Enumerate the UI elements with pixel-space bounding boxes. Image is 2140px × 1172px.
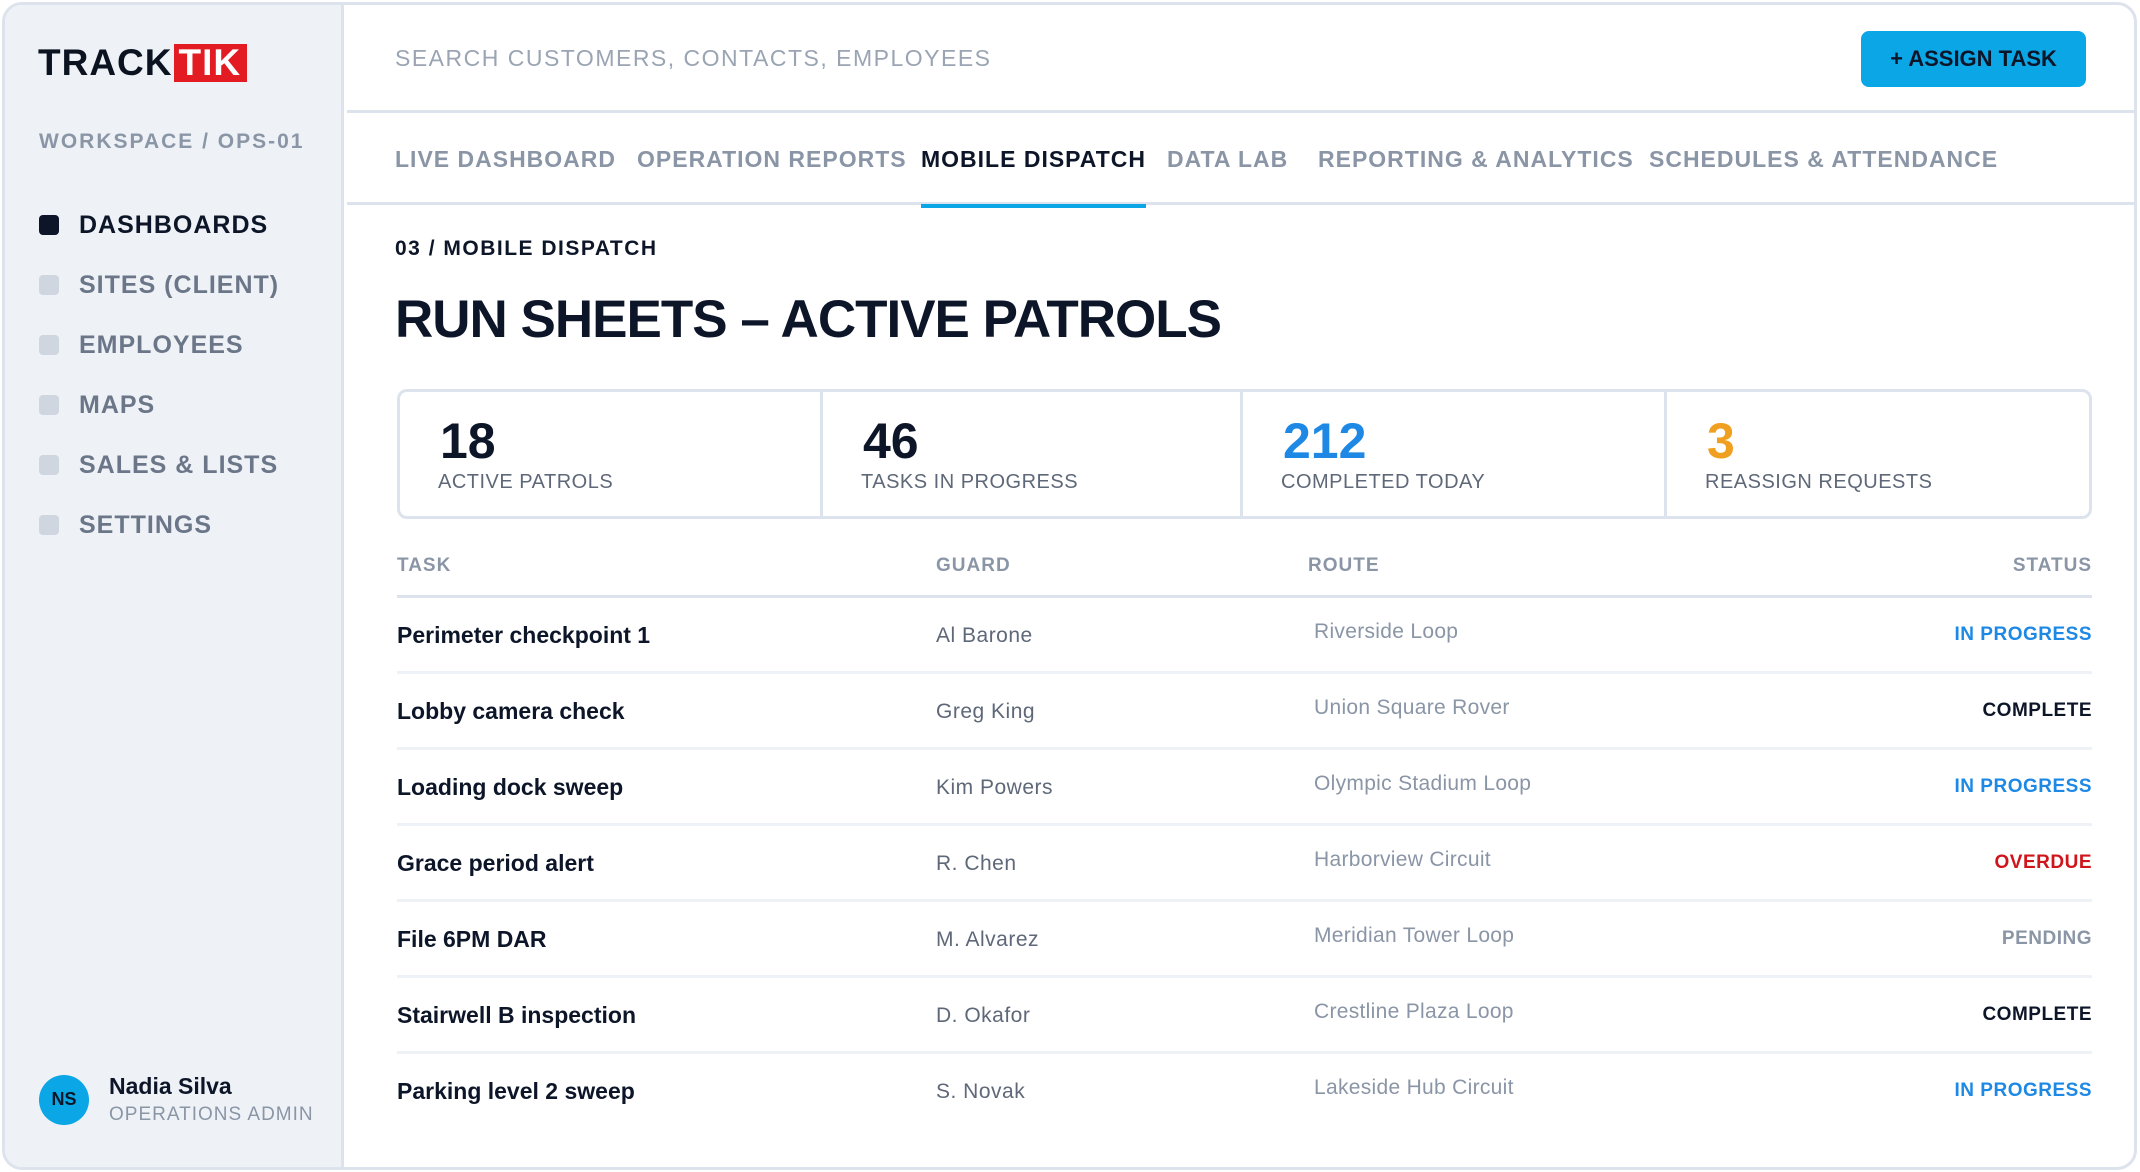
route-cell: Meridian Tower Loop <box>1314 924 1515 947</box>
square-bullet-icon <box>39 275 59 295</box>
sidebar-item-label: SETTINGS <box>79 510 213 539</box>
user-name: Nadia Silva <box>109 1073 232 1099</box>
route-cell: Harborview Circuit <box>1314 848 1491 871</box>
table-row[interactable]: Stairwell B inspection D. Okafor Crestli… <box>397 978 2092 1054</box>
sidebar-item-settings[interactable]: SETTINGS <box>39 495 329 555</box>
guard-cell: Al Barone <box>936 624 1033 647</box>
sidebar-item-maps[interactable]: MAPS <box>39 375 329 435</box>
page-title: RUN SHEETS – ACTIVE PATROLS <box>395 290 1222 349</box>
stat-card-active-patrols: 18 ACTIVE PATROLS <box>400 392 823 516</box>
column-header-route[interactable]: ROUTE <box>1308 555 1380 577</box>
square-bullet-icon <box>39 215 59 235</box>
sidebar-item-sales-lists[interactable]: SALES & LISTS <box>39 435 329 495</box>
app-window: TRACK TIK WORKSPACE / OPS-01 DASHBOARDS … <box>2 2 2137 1170</box>
guard-cell: D. Okafor <box>936 1004 1031 1027</box>
breadcrumb: 03 / MOBILE DISPATCH <box>395 237 658 260</box>
user-info: Nadia Silva OPERATIONS ADMIN <box>109 1073 314 1126</box>
stat-label: TASKS IN PROGRESS <box>861 471 1079 493</box>
sidebar-item-label: MAPS <box>79 390 156 419</box>
route-cell: Union Square Rover <box>1314 696 1510 719</box>
guard-cell: R. Chen <box>936 852 1017 875</box>
status-badge: IN PROGRESS <box>1954 1080 2092 1101</box>
table-row[interactable]: File 6PM DAR M. Alvarez Meridian Tower L… <box>397 902 2092 978</box>
sidebar-item-dashboards[interactable]: DASHBOARDS <box>39 195 329 255</box>
task-cell: Parking level 2 sweep <box>397 1078 635 1104</box>
stat-value: 3 <box>1707 413 1735 469</box>
sidebar-item-label: EMPLOYEES <box>79 330 244 359</box>
table-row[interactable]: Lobby camera check Greg King Union Squar… <box>397 674 2092 750</box>
tab-live-dashboard[interactable]: LIVE DASHBOARD <box>395 113 616 205</box>
sidebar-item-label: DASHBOARDS <box>79 210 269 239</box>
logo-text-track: TRACK <box>38 42 173 83</box>
logo-text-tik: TIK <box>174 44 248 82</box>
status-badge: IN PROGRESS <box>1954 776 2092 797</box>
route-cell: Riverside Loop <box>1314 620 1459 643</box>
table-header: TASK GUARD ROUTE STATUS <box>397 545 2092 598</box>
guard-cell: M. Alvarez <box>936 928 1040 951</box>
sidebar-item-label: SITES (CLIENT) <box>79 270 280 299</box>
run-sheet-table: TASK GUARD ROUTE STATUS Perimeter checkp… <box>397 545 2092 1130</box>
tracktik-logo[interactable]: TRACK TIK <box>38 42 248 84</box>
square-bullet-icon <box>39 395 59 415</box>
table-row[interactable]: Perimeter checkpoint 1 Al Barone Riversi… <box>397 598 2092 674</box>
stat-card-tasks-in-progress: 46 TASKS IN PROGRESS <box>823 392 1243 516</box>
status-badge: COMPLETE <box>1982 700 2092 721</box>
stat-value: 46 <box>863 413 919 469</box>
guard-cell: Greg King <box>936 700 1036 723</box>
tab-mobile-dispatch[interactable]: MOBILE DISPATCH <box>921 113 1146 208</box>
sidebar: TRACK TIK WORKSPACE / OPS-01 DASHBOARDS … <box>5 5 344 1167</box>
task-cell: Lobby camera check <box>397 698 625 724</box>
stats-panel: 18 ACTIVE PATROLS 46 TASKS IN PROGRESS 2… <box>397 389 2092 519</box>
search-input[interactable] <box>395 45 1095 72</box>
sidebar-item-employees[interactable]: EMPLOYEES <box>39 315 329 375</box>
task-cell: Loading dock sweep <box>397 774 624 800</box>
stat-card-reassign-requests: 3 REASSIGN REQUESTS <box>1667 392 2089 516</box>
task-cell: File 6PM DAR <box>397 926 547 952</box>
top-bar: + ASSIGN TASK <box>347 5 2134 113</box>
stat-card-completed-today: 212 COMPLETED TODAY <box>1243 392 1667 516</box>
status-badge: IN PROGRESS <box>1954 624 2092 645</box>
stat-label: REASSIGN REQUESTS <box>1705 471 1933 493</box>
user-role: OPERATIONS ADMIN <box>109 1104 314 1125</box>
status-badge: PENDING <box>2001 928 2092 949</box>
stat-value: 18 <box>440 413 496 469</box>
route-cell: Crestline Plaza Loop <box>1314 1000 1514 1023</box>
assign-task-button[interactable]: + ASSIGN TASK <box>1861 31 2086 87</box>
column-header-guard[interactable]: GUARD <box>936 555 1011 577</box>
table-body: Perimeter checkpoint 1 Al Barone Riversi… <box>397 598 2092 1130</box>
task-cell: Grace period alert <box>397 850 594 876</box>
tab-operation-reports[interactable]: OPERATION REPORTS <box>637 113 907 205</box>
tab-data-lab[interactable]: DATA LAB <box>1167 113 1288 205</box>
task-cell: Perimeter checkpoint 1 <box>397 622 651 648</box>
sidebar-item-label: SALES & LISTS <box>79 450 279 479</box>
stat-value: 212 <box>1283 413 1367 469</box>
tab-schedules-attendance[interactable]: SCHEDULES & ATTENDANCE <box>1649 113 1998 205</box>
sidebar-item-sites[interactable]: SITES (CLIENT) <box>39 255 329 315</box>
stat-label: ACTIVE PATROLS <box>438 471 614 493</box>
tab-reporting-analytics[interactable]: REPORTING & ANALYTICS <box>1318 113 1634 205</box>
table-row[interactable]: Grace period alert R. Chen Harborview Ci… <box>397 826 2092 902</box>
task-cell: Stairwell B inspection <box>397 1002 636 1028</box>
column-header-task[interactable]: TASK <box>397 555 451 577</box>
avatar: NS <box>39 1074 89 1125</box>
guard-cell: S. Novak <box>936 1080 1026 1103</box>
table-row[interactable]: Parking level 2 sweep S. Novak Lakeside … <box>397 1054 2092 1130</box>
square-bullet-icon <box>39 455 59 475</box>
route-cell: Olympic Stadium Loop <box>1314 772 1532 795</box>
route-cell: Lakeside Hub Circuit <box>1314 1076 1514 1099</box>
square-bullet-icon <box>39 335 59 355</box>
status-badge: COMPLETE <box>1982 1004 2092 1025</box>
square-bullet-icon <box>39 515 59 535</box>
user-profile[interactable]: NS Nadia Silva OPERATIONS ADMIN <box>39 1073 314 1126</box>
sidebar-nav: DASHBOARDS SITES (CLIENT) EMPLOYEES MAPS… <box>39 195 329 555</box>
table-row[interactable]: Loading dock sweep Kim Powers Olympic St… <box>397 750 2092 826</box>
stat-label: COMPLETED TODAY <box>1281 471 1486 493</box>
tab-bar: LIVE DASHBOARD OPERATION REPORTS MOBILE … <box>347 113 2134 208</box>
guard-cell: Kim Powers <box>936 776 1054 799</box>
status-badge: OVERDUE <box>1994 852 2092 873</box>
workspace-label: WORKSPACE / OPS-01 <box>39 130 305 153</box>
column-header-status[interactable]: STATUS <box>2013 555 2092 577</box>
